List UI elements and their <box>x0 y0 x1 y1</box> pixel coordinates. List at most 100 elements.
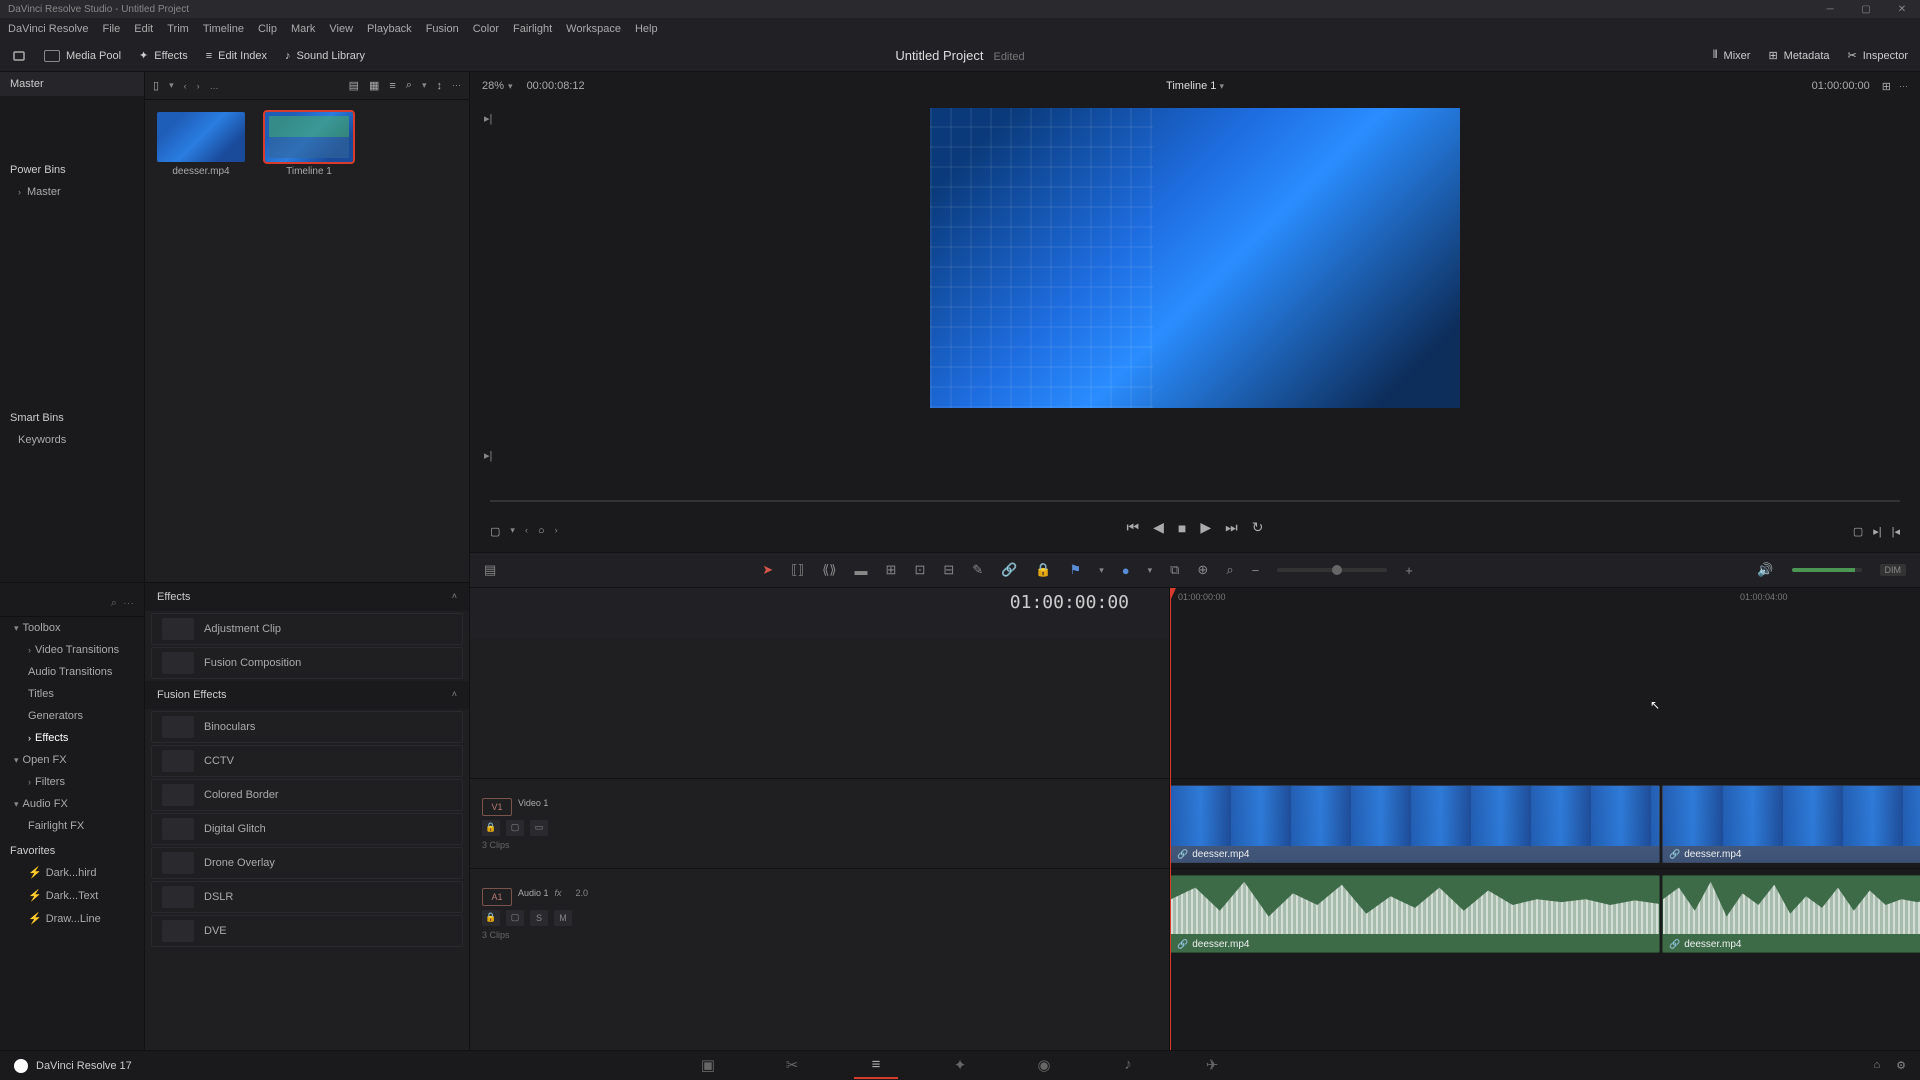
cut-page-button[interactable]: ✂ <box>770 1052 814 1079</box>
toolbox-cat[interactable]: ▾Toolbox <box>0 617 144 639</box>
home-icon[interactable]: ⌂ <box>1873 1059 1880 1072</box>
nav-fwd-icon[interactable]: › <box>197 81 200 91</box>
media-clip[interactable]: deesser.mp4 <box>157 112 245 177</box>
overwrite-icon[interactable]: ⊡ <box>914 562 925 578</box>
link-icon[interactable]: 🔗 <box>1001 562 1017 578</box>
video-track-header[interactable]: V1Video 1 🔒▢▭ 3 Clips <box>470 778 1169 868</box>
generators-cat[interactable]: Generators <box>0 705 144 727</box>
menu-help[interactable]: Help <box>635 23 658 35</box>
menu-fusion[interactable]: Fusion <box>426 23 459 35</box>
menu-davinci[interactable]: DaVinci Resolve <box>8 23 89 35</box>
transform-overlay-icon[interactable]: ▢ <box>490 525 500 538</box>
viewer-zoom[interactable]: 28% <box>482 80 504 92</box>
bypass-icon[interactable]: ○ <box>538 525 545 538</box>
track-dest-icon[interactable]: ▭ <box>530 820 548 836</box>
selection-tool[interactable]: ➤ <box>762 562 773 578</box>
audio-clip[interactable]: 🔗deesser.mp4 <box>1662 875 1920 953</box>
dim-button[interactable]: DIM <box>1880 564 1907 576</box>
fx-item[interactable]: CCTV <box>151 745 463 777</box>
openfx-cat[interactable]: ▾Open FX <box>0 749 144 771</box>
fx-group-effects[interactable]: Effects˄ <box>145 583 469 611</box>
view-thumb-icon[interactable]: ▦ <box>369 79 379 92</box>
marker-icon[interactable]: ● <box>1122 563 1130 578</box>
zoom-out-button[interactable]: − <box>1252 563 1260 578</box>
volume-icon[interactable]: 🔊 <box>1757 562 1773 578</box>
effects-panel-button[interactable]: ✦Effects <box>139 49 188 62</box>
menu-timeline[interactable]: Timeline <box>203 23 244 35</box>
maximize-button[interactable]: ▢ <box>1848 0 1884 18</box>
replace-icon[interactable]: ⊟ <box>943 562 954 578</box>
first-frame-button[interactable]: ⏮ <box>1127 519 1140 536</box>
inspector-button[interactable]: ✂Inspector <box>1848 49 1908 62</box>
settings-icon[interactable]: ⚙ <box>1896 1059 1906 1072</box>
auto-select-icon[interactable]: ▢ <box>506 910 524 926</box>
fx-item[interactable]: Binoculars <box>151 711 463 743</box>
video-clip[interactable]: 🔗deesser.mp4 <box>1662 785 1920 863</box>
match-frame-icon[interactable]: ▢ <box>1853 525 1863 538</box>
timeline-ruler[interactable]: 01:00:00:00 01:00:04:00 01:00:08:00 <box>1170 588 1920 638</box>
insert-icon[interactable]: ⊞ <box>886 562 897 578</box>
menu-clip[interactable]: Clip <box>258 23 277 35</box>
titles-cat[interactable]: Titles <box>0 683 144 705</box>
viewer-last-frame-icon[interactable]: ▸| <box>484 449 492 462</box>
lock-track-icon[interactable]: 🔒 <box>482 820 500 836</box>
playhead[interactable] <box>1170 588 1171 1050</box>
viewer-scrub-bar[interactable] <box>490 500 1900 502</box>
viewer-out-icon[interactable]: ▸| <box>1873 525 1881 538</box>
fx-item[interactable]: DSLR <box>151 881 463 913</box>
fx-item[interactable]: Fusion Composition <box>151 647 463 679</box>
library-icon[interactable] <box>12 49 26 63</box>
viewer-canvas[interactable] <box>930 108 1460 408</box>
next-frame-button[interactable]: ⏭ <box>1225 519 1238 536</box>
video-clip[interactable]: 🔗deesser.mp4 <box>1170 785 1660 863</box>
menu-edit[interactable]: Edit <box>134 23 153 35</box>
menu-playback[interactable]: Playback <box>367 23 412 35</box>
menu-fairlight[interactable]: Fairlight <box>513 23 552 35</box>
fx-item[interactable]: Colored Border <box>151 779 463 811</box>
zoom-slider[interactable] <box>1277 568 1387 572</box>
play-button[interactable]: ▶ <box>1200 519 1211 536</box>
metadata-button[interactable]: ⊞Metadata <box>1768 49 1829 62</box>
nav-back-icon[interactable]: ‹ <box>184 81 187 91</box>
favorite-item[interactable]: ⚡ Draw...Line <box>0 907 144 930</box>
zoom-tool-icon[interactable]: ⌕ <box>1226 562 1233 578</box>
fairlight-page-button[interactable]: ♪ <box>1106 1052 1150 1079</box>
menu-mark[interactable]: Mark <box>291 23 315 35</box>
sort-icon[interactable]: ↕ <box>437 80 443 92</box>
edit-index-button[interactable]: ≡Edit Index <box>206 50 267 62</box>
viewer-first-frame-icon[interactable]: ▸| <box>484 112 492 125</box>
blade-tool[interactable]: ▬ <box>855 563 868 578</box>
fairlightfx-cat[interactable]: Fairlight FX <box>0 815 144 837</box>
mixer-button[interactable]: ⫴Mixer <box>1713 49 1751 62</box>
fx-search-icon[interactable]: ⌕ ⋯ <box>0 591 144 617</box>
menu-color[interactable]: Color <box>473 23 499 35</box>
menu-trim[interactable]: Trim <box>167 23 189 35</box>
menu-file[interactable]: File <box>103 23 121 35</box>
zoom-tc-icon[interactable]: ⊕ <box>1197 562 1208 578</box>
edit-page-button[interactable]: ≡ <box>854 1052 898 1079</box>
timeline-view-icon[interactable]: ▤ <box>484 562 496 578</box>
fx-item[interactable]: Adjustment Clip <box>151 613 463 645</box>
media-timeline[interactable]: Timeline 1 <box>265 112 353 177</box>
solo-button[interactable]: S <box>530 910 548 926</box>
loop-button[interactable]: ↻ <box>1252 519 1264 536</box>
bin-layout-icon[interactable]: ▯ <box>153 79 159 92</box>
prev-frame-button[interactable]: ◀ <box>1153 519 1164 536</box>
viewer-timeline-name[interactable]: Timeline 1 ▾ <box>1166 80 1224 92</box>
fx-item[interactable]: Drone Overlay <box>151 847 463 879</box>
master-bin[interactable]: Master <box>0 72 144 96</box>
filters-cat[interactable]: ›Filters <box>0 771 144 793</box>
media-page-button[interactable]: ▣ <box>686 1052 730 1079</box>
view-strip-icon[interactable]: ▤ <box>349 79 359 92</box>
snap-icon[interactable]: ⧉ <box>1170 562 1179 578</box>
favorite-item[interactable]: ⚡ Dark...Text <box>0 884 144 907</box>
power-bins-master[interactable]: ›Master <box>0 180 144 204</box>
fx-group-fusion[interactable]: Fusion Effects˄ <box>145 681 469 709</box>
audio-track[interactable]: 🔗deesser.mp4 🔗deesser.mp4 🔗deesser.mp4 <box>1170 868 1920 958</box>
fx-item[interactable]: Digital Glitch <box>151 813 463 845</box>
auto-select-icon[interactable]: ▢ <box>506 820 524 836</box>
fx-item[interactable]: DVE <box>151 915 463 947</box>
lock-track-icon[interactable]: 🔒 <box>482 910 500 926</box>
audio-transitions-cat[interactable]: Audio Transitions <box>0 661 144 683</box>
razor-icon[interactable]: ✎ <box>972 562 983 578</box>
